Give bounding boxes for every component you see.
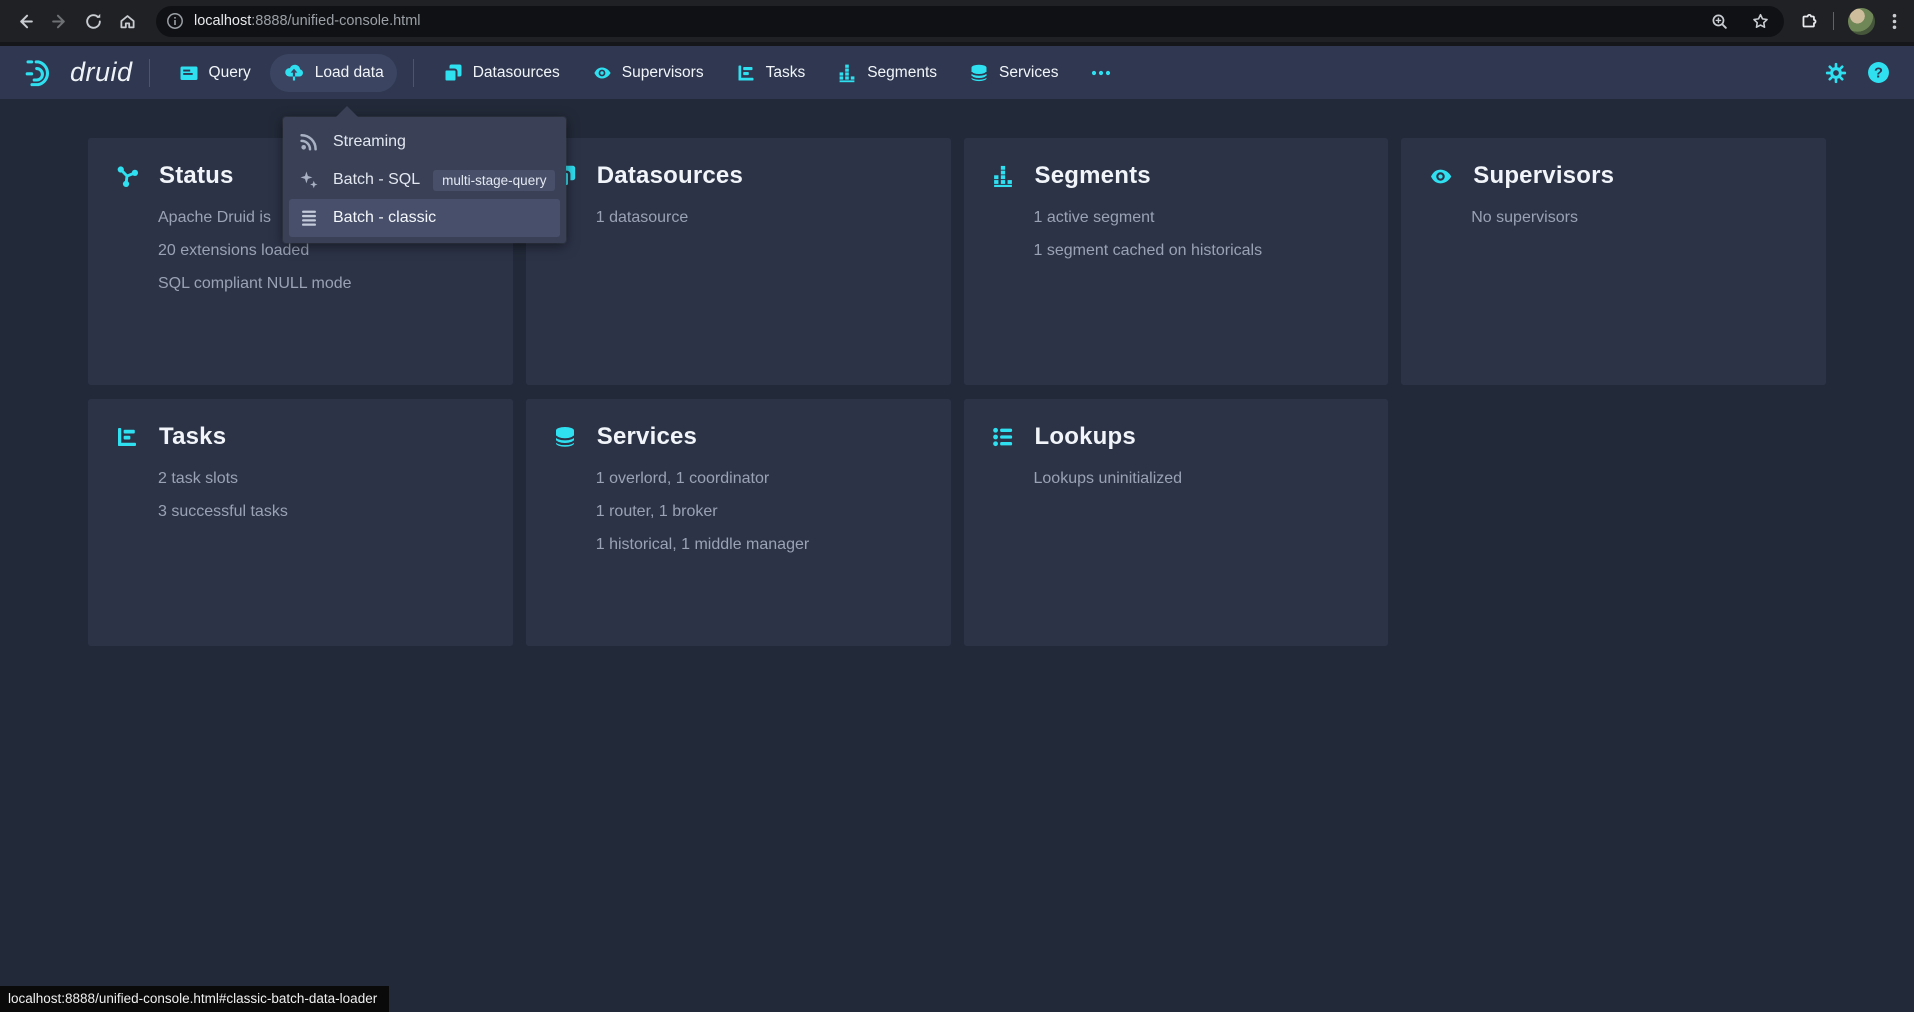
card-line: SQL compliant NULL mode (158, 267, 497, 300)
link-preview-statusbar: localhost:8888/unified-console.html#clas… (0, 986, 389, 1012)
menu-item-label: Batch - classic (333, 209, 436, 227)
bar-chart-icon (991, 164, 1015, 188)
services-card[interactable]: Services 1 overlord, 1 coordinator 1 rou… (526, 399, 951, 646)
menu-item-streaming[interactable]: Streaming (289, 123, 560, 161)
gantt-icon (115, 425, 139, 449)
profile-avatar[interactable] (1848, 8, 1875, 35)
nav-divider (413, 59, 414, 87)
list-icon (991, 425, 1015, 449)
menu-item-label: Streaming (333, 133, 406, 151)
card-title: Segments (1035, 162, 1151, 190)
card-line: 1 router, 1 broker (596, 495, 935, 528)
url-text: localhost:8888/unified-console.html (194, 13, 421, 29)
card-line: 3 successful tasks (158, 495, 497, 528)
supervisors-card[interactable]: Supervisors No supervisors (1401, 138, 1826, 385)
nav-item-supervisors[interactable]: Supervisors (579, 54, 717, 92)
card-title: Supervisors (1473, 162, 1614, 190)
datasources-card[interactable]: Datasources 1 datasource (526, 138, 951, 385)
browser-toolbar: localhost:8888/unified-console.html (0, 0, 1914, 42)
eye-icon (592, 63, 612, 83)
card-title: Datasources (597, 162, 743, 190)
site-info-icon[interactable] (166, 12, 184, 30)
svg-text:?: ? (1874, 66, 1883, 82)
nav-item-services[interactable]: Services (956, 54, 1071, 92)
menu-item-batch-classic[interactable]: Batch - classic (289, 199, 560, 237)
query-icon (179, 63, 199, 83)
zoom-page-icon[interactable] (1710, 12, 1729, 31)
extensions-icon[interactable] (1798, 11, 1819, 32)
toolbar-divider (1833, 12, 1834, 30)
settings-gear-icon[interactable] (1825, 62, 1847, 84)
address-bar[interactable]: localhost:8888/unified-console.html (156, 6, 1784, 37)
card-title: Tasks (159, 423, 226, 451)
back-button[interactable] (8, 4, 42, 38)
nav-item-query[interactable]: Query (166, 54, 264, 92)
card-line: 1 segment cached on historicals (1034, 234, 1373, 267)
card-line: 1 datasource (596, 201, 935, 234)
nav-divider (149, 59, 150, 87)
cloud-upload-icon (283, 62, 305, 84)
window-seam (0, 42, 1914, 46)
card-line: 1 overlord, 1 coordinator (596, 462, 935, 495)
menu-lines-icon (299, 208, 319, 228)
nav-item-label: Load data (315, 64, 384, 82)
database-icon (969, 63, 989, 83)
load-data-menu: Streaming Batch - SQL multi-stage-query … (283, 117, 566, 243)
card-title: Services (597, 423, 697, 451)
multi-stage-query-tag: multi-stage-query (433, 170, 555, 191)
nav-item-label: Supervisors (622, 64, 704, 82)
chrome-menu-icon[interactable] (1885, 12, 1904, 31)
nav-more-button[interactable] (1077, 54, 1125, 92)
home-button[interactable] (110, 4, 144, 38)
druid-logo[interactable]: druid (24, 55, 133, 91)
card-line: No supervisors (1471, 201, 1810, 234)
card-title: Status (159, 162, 234, 190)
card-line: Lookups uninitialized (1034, 462, 1373, 495)
feed-icon (299, 132, 319, 152)
sparkle-icon (299, 170, 319, 190)
card-line: 1 active segment (1034, 201, 1373, 234)
card-title: Lookups (1035, 423, 1136, 451)
druid-navbar: druid Query Load data Datasources Superv… (0, 46, 1914, 99)
nav-item-label: Datasources (473, 64, 560, 82)
nav-item-datasources[interactable]: Datasources (430, 54, 573, 92)
forward-button[interactable] (42, 4, 76, 38)
bookmark-star-icon[interactable] (1751, 12, 1770, 31)
more-dots-icon (1090, 63, 1112, 83)
graph-icon (115, 164, 139, 188)
card-line: 1 historical, 1 middle manager (596, 528, 935, 561)
nav-item-label: Services (999, 64, 1058, 82)
nav-item-tasks[interactable]: Tasks (723, 54, 819, 92)
gantt-icon (736, 63, 756, 83)
menu-item-batch-sql[interactable]: Batch - SQL multi-stage-query (289, 161, 560, 199)
nav-item-load-data[interactable]: Load data (270, 54, 397, 92)
menu-item-label: Batch - SQL (333, 171, 420, 189)
bar-chart-icon (837, 63, 857, 83)
nav-item-label: Segments (867, 64, 937, 82)
card-line: 2 task slots (158, 462, 497, 495)
eye-icon (1428, 164, 1453, 189)
druid-logo-icon (24, 55, 60, 91)
help-icon[interactable]: ? (1867, 61, 1890, 84)
brand-name: druid (70, 57, 133, 88)
reload-button[interactable] (76, 4, 110, 38)
nav-item-label: Query (209, 64, 251, 82)
lookups-card[interactable]: Lookups Lookups uninitialized (964, 399, 1389, 646)
segments-card[interactable]: Segments 1 active segment 1 segment cach… (964, 138, 1389, 385)
database-icon (553, 425, 577, 449)
tasks-card[interactable]: Tasks 2 task slots 3 successful tasks (88, 399, 513, 646)
nav-item-segments[interactable]: Segments (824, 54, 950, 92)
datasources-icon (443, 63, 463, 83)
nav-item-label: Tasks (766, 64, 806, 82)
